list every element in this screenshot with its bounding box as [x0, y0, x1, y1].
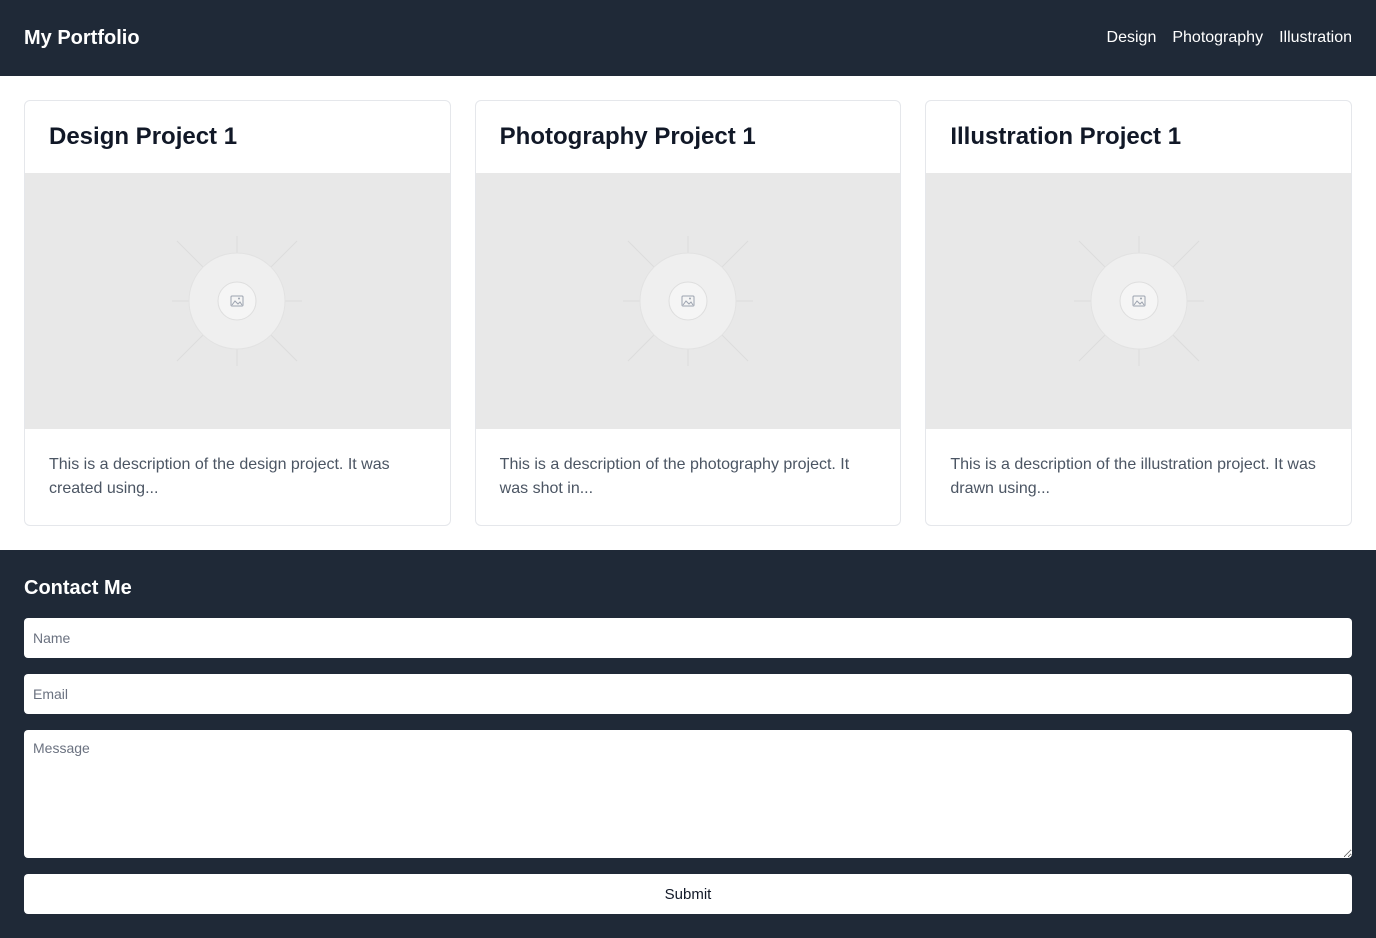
- nav-link-illustration[interactable]: Illustration: [1279, 29, 1352, 47]
- message-textarea[interactable]: [24, 730, 1352, 858]
- project-grid: Design Project 1 This is a description o…: [0, 76, 1376, 550]
- nav-link-design[interactable]: Design: [1107, 29, 1157, 47]
- project-description: This is a description of the design proj…: [49, 456, 390, 497]
- image-placeholder-icon: [623, 236, 753, 366]
- project-title: Design Project 1: [49, 123, 238, 150]
- contact-form: Submit: [24, 618, 1352, 914]
- main-nav: Design Photography Illustration: [1107, 29, 1352, 47]
- project-title: Illustration Project 1: [950, 123, 1182, 150]
- project-card-photography: Photography Project 1 This is a descript…: [474, 100, 902, 526]
- project-image: [475, 173, 901, 429]
- project-description: This is a description of the illustratio…: [950, 456, 1316, 497]
- site-brand[interactable]: My Portfolio: [24, 27, 140, 50]
- contact-section: Contact Me Submit: [0, 550, 1376, 938]
- project-card-design: Design Project 1 This is a description o…: [24, 100, 451, 526]
- email-input[interactable]: [24, 674, 1352, 714]
- nav-link-photography[interactable]: Photography: [1172, 29, 1263, 47]
- project-title: Photography Project 1: [499, 123, 756, 150]
- site-header: My Portfolio Design Photography Illustra…: [0, 0, 1376, 76]
- project-image: [926, 173, 1352, 429]
- image-placeholder-icon: [1073, 236, 1204, 366]
- image-placeholder-icon: [172, 236, 303, 366]
- contact-title: Contact Me: [24, 577, 132, 599]
- submit-button[interactable]: Submit: [24, 874, 1352, 914]
- project-description: This is a description of the photography…: [499, 456, 850, 497]
- name-input[interactable]: [24, 618, 1352, 658]
- project-card-illustration: Illustration Project 1 This is a descrip…: [925, 100, 1353, 526]
- project-image: [25, 173, 450, 429]
